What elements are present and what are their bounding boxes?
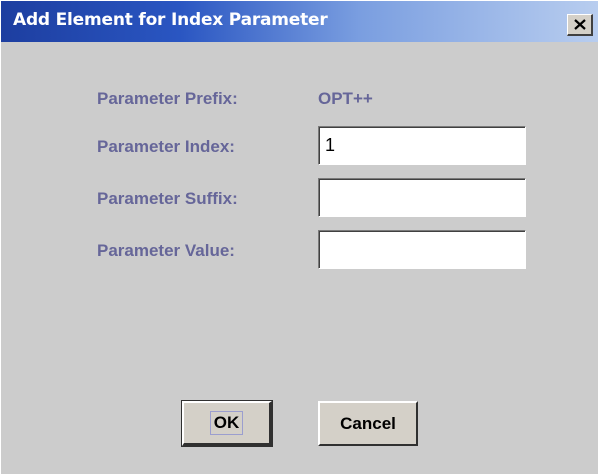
ok-button-label: OK [209,411,244,435]
parameter-suffix-input[interactable] [318,178,526,217]
close-icon [573,19,586,30]
parameter-value-label: Parameter Value: [97,241,235,260]
dialog-title: Add Element for Index Parameter [13,10,328,30]
close-button[interactable] [567,14,593,36]
parameter-value-input[interactable] [318,230,526,269]
parameter-index-input[interactable] [318,126,526,165]
cancel-button[interactable]: Cancel [318,401,418,446]
parameter-suffix-label: Parameter Suffix: [97,189,238,208]
title-bar[interactable]: Add Element for Index Parameter [1,1,598,42]
ok-button[interactable]: OK [181,400,273,447]
parameter-prefix-label: Parameter Prefix: [97,89,238,108]
parameter-index-label: Parameter Index: [97,137,235,156]
dialog-window: Add Element for Index Parameter Paramete… [0,0,598,474]
parameter-prefix-value: OPT++ [318,89,373,108]
cancel-button-label: Cancel [340,413,396,433]
